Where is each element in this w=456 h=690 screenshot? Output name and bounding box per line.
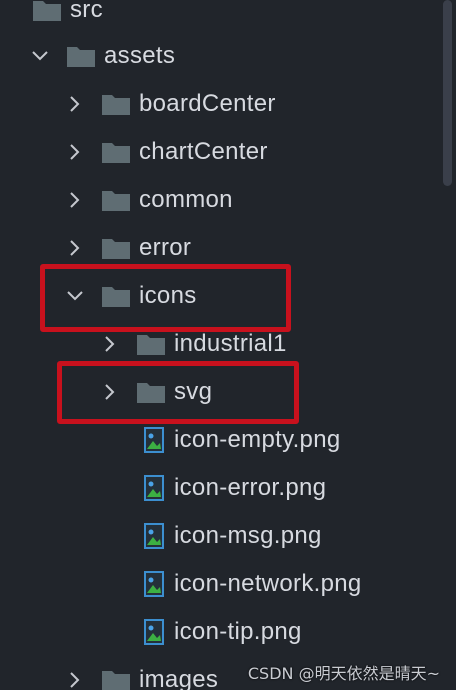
folder-icon: [102, 95, 130, 115]
chevron-right-icon[interactable]: [63, 236, 87, 260]
folder-icon: [33, 1, 61, 21]
tree-item-label: icon-network.png: [174, 570, 362, 597]
tree-item-boardcenter[interactable]: boardCenter: [0, 80, 456, 128]
folder-icon: [137, 335, 165, 355]
tree-item-file[interactable]: icon-msg.png: [0, 512, 456, 560]
image-file-icon: [144, 619, 164, 645]
file-explorer-panel: src assets boardCenter chartCenter commo…: [0, 0, 456, 690]
chevron-down-icon[interactable]: [28, 44, 52, 68]
tree-item-label: images: [139, 666, 219, 690]
tree-item-file[interactable]: icon-error.png: [0, 464, 456, 512]
tree-item-file[interactable]: icon-network.png: [0, 560, 456, 608]
chevron-right-icon[interactable]: [63, 140, 87, 164]
image-file-icon: [144, 523, 164, 549]
vertical-scrollbar[interactable]: [443, 0, 452, 186]
tree-item-label: icons: [139, 282, 197, 309]
folder-icon: [102, 143, 130, 163]
chevron-down-icon[interactable]: [63, 284, 87, 308]
folder-icon: [102, 239, 130, 259]
folder-icon: [102, 671, 130, 690]
tree-item-label: icon-empty.png: [174, 426, 341, 453]
tree-item-chartcenter[interactable]: chartCenter: [0, 128, 456, 176]
tree-item-label: icon-tip.png: [174, 618, 302, 645]
tree-item-icons[interactable]: icons: [0, 272, 456, 320]
watermark-text: CSDN @明天依然是晴天~: [247, 664, 440, 683]
tree-item-label: icon-msg.png: [174, 522, 322, 549]
tree-item-label: chartCenter: [139, 138, 268, 165]
tree-item-assets[interactable]: assets: [0, 32, 456, 80]
tree-item-file[interactable]: icon-tip.png: [0, 608, 456, 656]
tree-item-error[interactable]: error: [0, 224, 456, 272]
chevron-right-icon[interactable]: [98, 332, 122, 356]
image-file-icon: [144, 571, 164, 597]
tree-item-label: error: [139, 234, 192, 261]
tree-item-label: assets: [104, 42, 176, 69]
tree-item-label: src: [70, 0, 103, 23]
tree-item-label: svg: [174, 378, 213, 405]
tree-item-svg[interactable]: svg: [0, 368, 456, 416]
chevron-right-icon[interactable]: [63, 92, 87, 116]
tree-item-label: industrial1: [174, 330, 287, 357]
tree-item-label: boardCenter: [139, 90, 276, 117]
tree-item-src[interactable]: src: [0, 0, 456, 34]
tree-item-label: common: [139, 186, 233, 213]
folder-icon: [102, 287, 130, 307]
chevron-right-icon[interactable]: [63, 188, 87, 212]
tree-item-file[interactable]: icon-empty.png: [0, 416, 456, 464]
folder-icon: [67, 47, 95, 67]
folder-icon: [137, 383, 165, 403]
tree-item-label: icon-error.png: [174, 474, 327, 501]
chevron-right-icon[interactable]: [63, 668, 87, 690]
image-file-icon: [144, 427, 164, 453]
image-file-icon: [144, 475, 164, 501]
folder-icon: [102, 191, 130, 211]
tree-item-industrial1[interactable]: industrial1: [0, 320, 456, 368]
tree-item-common[interactable]: common: [0, 176, 456, 224]
chevron-right-icon[interactable]: [98, 380, 122, 404]
